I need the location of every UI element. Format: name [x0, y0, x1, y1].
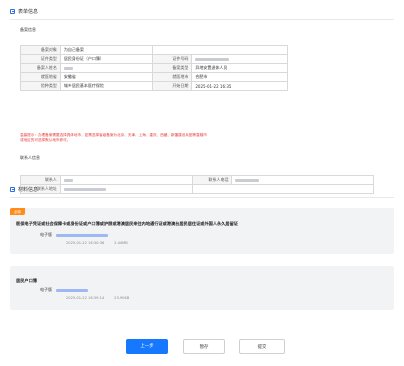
contact-subheading: 联系人信息 — [20, 155, 40, 160]
filer-subheading: 备案信息 — [20, 27, 36, 32]
name-value — [59, 63, 153, 73]
redacted-text — [235, 179, 260, 182]
material-title: 医保电子凭证或社会保障卡或身份证或户口簿或护照或港澳居民来往内地通行证或港澳台居… — [16, 221, 238, 226]
divider — [10, 19, 394, 20]
save-draft-button[interactable]: 暂存 — [183, 339, 225, 354]
required-tag: 必填 — [10, 208, 25, 215]
material-card: 必填 医保电子凭证或社会保障卡或身份证或户口簿或护照或港澳居民来往内地通行证或港… — [10, 208, 394, 254]
file-link[interactable] — [56, 233, 108, 237]
redacted-text — [63, 179, 73, 182]
material-sublabel: 电子版 — [40, 287, 88, 293]
form-info-heading: 表单信息 — [10, 8, 38, 15]
contact-name-label: 联系人 — [20, 175, 61, 185]
contact-name-value — [59, 175, 193, 185]
idno-label: 证件号码 — [151, 54, 193, 64]
filing-notice: 温馨提示：办理备案需要选择具体地市，如需选择省级备案为北京、天津、上海、重庆、西… — [20, 133, 207, 142]
insured-city-label: 就医地市 — [151, 72, 193, 82]
contact-address-value — [59, 184, 193, 194]
prev-step-button[interactable]: 上一步 — [126, 339, 168, 354]
file-size: 23.90KB — [114, 296, 130, 300]
start-date-value: 2025-01-22 16:35 — [191, 81, 288, 91]
file-meta: 2025-01-22 16:39:14 23.90KB — [66, 296, 129, 300]
redacted-text — [63, 188, 106, 191]
contact-phone-value — [231, 175, 374, 185]
document-icon — [10, 187, 15, 192]
insured-province-label: 就医地省 — [20, 72, 61, 82]
form-icon — [10, 9, 15, 14]
submit-button[interactable]: 提交 — [239, 339, 285, 354]
contact-phone-label: 联系人电话 — [191, 175, 233, 185]
target-label: 备案对象 — [20, 45, 61, 55]
file-date: 2025-01-22 16:39:14 — [66, 296, 105, 300]
idno-value — [191, 54, 288, 64]
idtype-label: 证件类型 — [20, 54, 61, 64]
target-value: 为自己备案 — [59, 45, 153, 55]
divider — [10, 197, 394, 198]
form-info-title: 表单信息 — [18, 9, 39, 15]
insurance-label: 险种类型 — [20, 81, 61, 91]
filer-info-table: 备案对象 为自己备案 证件类型 居民身份证（户口簿） 证件号码 备案人姓名 备案… — [20, 45, 288, 91]
insurance-value: 城乡居民基本医疗保险 — [59, 81, 153, 91]
type-label: 备案类型 — [151, 63, 193, 73]
start-date-label: 开始日期 — [151, 81, 193, 91]
insured-province-value: 安徽省 — [59, 72, 153, 82]
redacted-text — [195, 58, 230, 61]
insured-city-value: 合肥市 — [191, 72, 288, 82]
file-link[interactable] — [56, 288, 88, 292]
material-info-title: 材料信息 — [18, 187, 39, 193]
type-value: 异地安置退休人员 — [191, 63, 288, 73]
material-sublabel: 电子版 — [40, 232, 108, 238]
material-info-heading: 材料信息 — [10, 186, 38, 193]
file-meta: 2025-01-22 16:30:36 2.44MB — [66, 241, 128, 245]
material-title: 居民户口簿 — [16, 278, 37, 283]
contact-info-table: 联系人 联系人电话 联系人地址 — [20, 175, 375, 194]
material-card: 居民户口簿 电子版 2025-01-22 16:39:14 23.90KB — [10, 266, 394, 310]
file-size: 2.44MB — [114, 241, 128, 245]
file-date: 2025-01-22 16:30:36 — [66, 241, 105, 245]
idtype-value: 居民身份证（户口簿） — [59, 54, 153, 64]
name-label: 备案人姓名 — [20, 63, 61, 73]
redacted-text — [63, 67, 73, 70]
